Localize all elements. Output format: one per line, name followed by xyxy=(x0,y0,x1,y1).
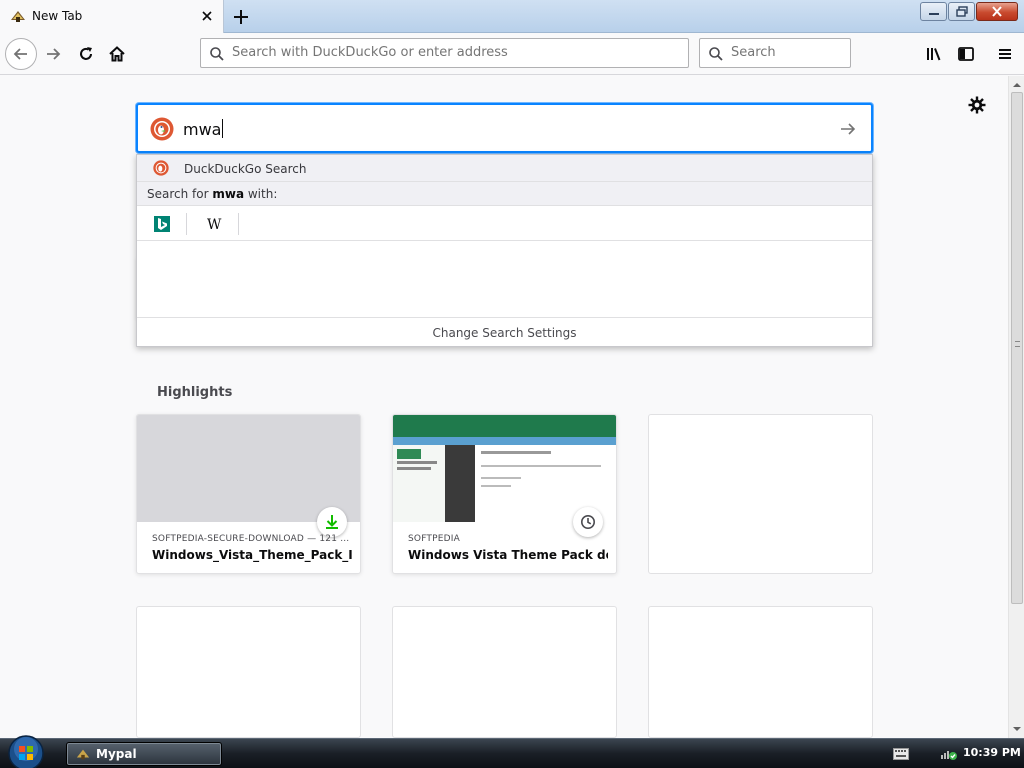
highlights-heading: Highlights xyxy=(157,385,233,400)
new-tab-page: mwa W Ω И wikipedia reddit Highlights xyxy=(0,76,1008,738)
address-input[interactable] xyxy=(232,45,672,60)
duckduckgo-logo-icon xyxy=(150,117,174,141)
card-thumbnail xyxy=(137,415,360,522)
page-scrollbar[interactable] xyxy=(1008,76,1024,738)
duckduckgo-logo-icon xyxy=(153,160,169,176)
window-controls xyxy=(919,2,1018,22)
scroll-thumb[interactable] xyxy=(1011,92,1023,604)
back-arrow-icon xyxy=(13,48,27,60)
gear-icon[interactable] xyxy=(967,95,987,115)
search-icon xyxy=(709,47,723,61)
windows-start-orb-icon[interactable] xyxy=(6,733,46,768)
search-suggestions-dropdown: DuckDuckGo Search Search for mwa with: W… xyxy=(136,154,873,347)
search-input[interactable] xyxy=(731,45,841,60)
card-title: Windows Vista Theme Pack dow... xyxy=(408,548,608,562)
library-icon xyxy=(927,48,941,61)
scroll-up-arrow-icon[interactable] xyxy=(1012,80,1022,90)
search-query-text: mwa xyxy=(183,119,224,139)
tab-strip: New Tab xyxy=(0,0,1024,33)
taskbar-app-mypal[interactable]: Mypal xyxy=(66,742,222,766)
reload-button[interactable] xyxy=(71,39,101,69)
restore-button[interactable] xyxy=(948,2,975,21)
taskbar-clock[interactable]: 10:39 PM xyxy=(963,746,1021,759)
search-bar[interactable] xyxy=(699,38,851,68)
forward-button[interactable] xyxy=(38,39,68,69)
mypal-app-icon xyxy=(76,749,90,760)
restore-icon xyxy=(955,6,968,17)
home-button[interactable] xyxy=(102,39,132,69)
tab-new-tab[interactable]: New Tab xyxy=(0,0,224,33)
hamburger-menu-icon xyxy=(999,49,1011,59)
bing-engine-button[interactable] xyxy=(137,213,187,235)
home-icon xyxy=(109,46,125,62)
search-for-row: Search for mwa with: xyxy=(137,182,872,206)
svg-text:W: W xyxy=(207,217,222,232)
wikipedia-icon: W xyxy=(207,217,222,232)
highlight-placeholder xyxy=(136,606,361,738)
mypal-favicon-icon xyxy=(11,11,25,22)
card-thumbnail xyxy=(393,415,616,522)
close-window-button[interactable] xyxy=(976,2,1018,21)
new-tab-plus-icon[interactable] xyxy=(230,6,252,28)
highlight-placeholder xyxy=(648,414,873,574)
forward-arrow-icon xyxy=(47,48,61,60)
highlight-card[interactable]: SOFTPEDIA Windows Vista Theme Pack dow..… xyxy=(392,414,617,574)
suggestion-engine-row[interactable]: DuckDuckGo Search xyxy=(137,155,872,182)
bing-icon xyxy=(153,216,170,232)
address-bar[interactable] xyxy=(200,38,689,68)
keyboard-icon[interactable] xyxy=(893,748,909,760)
taskbar-app-label: Mypal xyxy=(96,747,137,761)
close-tab-icon[interactable] xyxy=(199,8,215,24)
download-icon xyxy=(326,515,338,529)
search-for-label: Search for mwa with: xyxy=(147,187,278,201)
card-title: Windows_Vista_Theme_Pack_Ins... xyxy=(152,548,352,562)
one-off-engines: W xyxy=(137,207,872,241)
history-badge xyxy=(573,507,603,537)
wikipedia-engine-button[interactable]: W xyxy=(189,213,239,235)
download-badge xyxy=(317,507,347,537)
windows-taskbar: Mypal 10:39 PM xyxy=(0,735,1024,768)
search-icon xyxy=(210,47,224,61)
scroll-down-arrow-icon[interactable] xyxy=(1012,724,1022,734)
highlight-placeholder xyxy=(392,606,617,738)
card-host: SOFTPEDIA xyxy=(408,534,460,544)
minimize-button[interactable] xyxy=(920,2,947,21)
back-button[interactable] xyxy=(5,38,37,70)
minimize-icon xyxy=(928,12,939,15)
library-button[interactable] xyxy=(921,41,947,67)
engine-label: DuckDuckGo Search xyxy=(184,162,307,176)
close-icon xyxy=(992,6,1002,17)
go-arrow-icon[interactable] xyxy=(838,119,858,139)
network-icon[interactable] xyxy=(940,745,958,761)
change-search-settings-button[interactable]: Change Search Settings xyxy=(137,317,872,347)
new-tab-search-box[interactable]: mwa xyxy=(136,103,873,153)
card-host: SOFTPEDIA-SECURE-DOWNLOAD — 121 ... xyxy=(152,534,350,544)
highlight-card[interactable]: SOFTPEDIA-SECURE-DOWNLOAD — 121 ... Wind… xyxy=(136,414,361,574)
tab-title: New Tab xyxy=(32,9,83,23)
scroll-grip xyxy=(1015,341,1020,347)
highlight-placeholder xyxy=(648,606,873,738)
sidebar-button[interactable] xyxy=(953,41,979,67)
clock-icon xyxy=(581,515,595,529)
reload-icon xyxy=(80,47,92,60)
navigation-toolbar xyxy=(0,33,1024,75)
menu-button[interactable] xyxy=(992,41,1018,67)
sidebar-icon xyxy=(958,47,974,61)
